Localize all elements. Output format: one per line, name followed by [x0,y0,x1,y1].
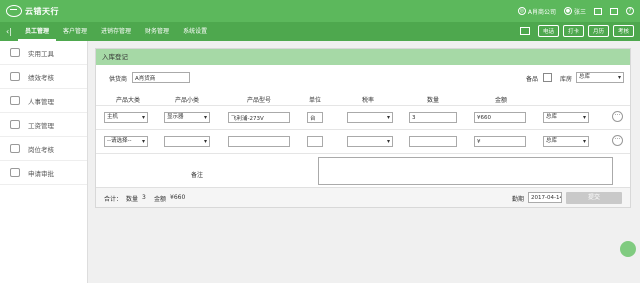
money-icon [10,120,20,129]
screen-icon[interactable] [519,27,530,35]
sidebar-item-label: 岗位考核 [28,145,54,154]
panel-title: 入库登记 [96,49,630,65]
company-name: A肖商公司 [527,8,556,16]
settings-icon[interactable] [610,7,618,15]
sidebar-item-label: 申请审批 [28,169,54,178]
supplier-label: 供货商 [109,76,128,83]
sidebar-item-position[interactable]: 岗位考核 [0,137,87,161]
amount-total-label: 金额 [154,196,167,203]
spare-checkbox[interactable] [543,73,552,82]
tools-icon [10,48,20,57]
floating-action-icon[interactable] [620,241,636,257]
qty-total-label: 数量 [126,196,139,203]
nav-customer[interactable]: 客户管理 [56,22,94,41]
user-menu[interactable]: ● 张三 [563,7,586,16]
stock-in-panel: 入库登记 供货商 备品 库房 总库 产品大类 产品小类 产品型号 单位 税率 数… [95,48,631,208]
submit-button[interactable]: 提交 [566,192,622,204]
tax-select[interactable] [347,136,393,147]
logout-icon[interactable] [594,7,602,15]
company-icon: ◎ [517,7,526,15]
sidebar-item-hr[interactable]: 人事管理 [0,89,87,113]
main-nav: ‹| 员工管理 客户管理 进销存管理 财务管理 系统设置 电话 打卡 月历 考核 [0,22,640,41]
total-label: 合计： [104,196,123,203]
tax-select[interactable] [347,112,393,123]
row-warehouse-select[interactable]: 总库 [543,136,589,147]
unit-input[interactable] [307,136,323,147]
logo-icon [6,5,22,17]
spare-label: 备品 [526,76,539,83]
category-select[interactable]: --请选择-- [104,136,148,147]
amount-input[interactable] [474,112,526,123]
more-icon[interactable]: ··· [612,135,623,146]
person-icon [10,96,20,105]
user-icon: ● [563,7,572,15]
subcategory-select[interactable] [164,136,210,147]
warehouse-select[interactable]: 总库 [576,72,624,83]
app-logo[interactable]: 云错天行 [0,5,110,17]
supplier-input[interactable] [132,72,190,83]
sidebar-item-label: 工资管理 [28,121,54,130]
col-tax: 税率 [361,97,375,104]
qty-input[interactable] [409,112,457,123]
table-row: 主机 显示器 总库 ··· [96,106,630,130]
sidebar: 实用工具 绩效考核 人事管理 工资管理 岗位考核 申请审批 [0,41,88,283]
phone-button[interactable]: 电话 [537,25,559,37]
row-warehouse-select[interactable]: 总库 [543,112,589,123]
sidebar-item-approval[interactable]: 申请审批 [0,161,87,185]
subcategory-select[interactable]: 显示器 [164,112,210,123]
nav-employee[interactable]: 员工管理 [18,22,57,41]
logo-text: 云错天行 [25,6,59,16]
nav-settings[interactable]: 系统设置 [176,22,214,41]
date-label: 勤期 [512,196,525,203]
unit-input[interactable] [307,112,323,123]
col-category: 产品大类 [115,97,141,104]
sidebar-item-performance[interactable]: 绩效考核 [0,65,87,89]
date-input[interactable] [528,192,562,203]
chart-icon [10,72,20,81]
sidebar-item-tools[interactable]: 实用工具 [0,41,87,65]
qty-total-value: 3 [142,194,146,201]
sidebar-item-label: 人事管理 [28,97,54,106]
nav-inventory[interactable]: 进销存管理 [94,22,138,41]
col-unit: 单位 [308,97,322,104]
panel-footer: 合计： 数量 3 金额 ¥660 勤期 提交 [96,187,630,207]
company-switch[interactable]: ◎ A肖商公司 [517,7,556,16]
calendar-button[interactable]: 月历 [587,25,609,37]
sidebar-item-salary[interactable]: 工资管理 [0,113,87,137]
amount-input[interactable] [474,136,526,147]
amount-total-value: ¥660 [170,194,186,201]
model-input[interactable] [228,112,290,123]
clock-in-button[interactable]: 打卡 [562,25,584,37]
document-icon [10,144,20,153]
user-name: 张三 [573,8,586,16]
more-icon[interactable]: ··· [612,111,623,122]
col-qty: 数量 [426,97,440,104]
qty-input[interactable] [409,136,457,147]
sidebar-item-label: 绩效考核 [28,73,54,82]
nav-finance[interactable]: 财务管理 [138,22,176,41]
collapse-icon[interactable]: ‹| [0,27,18,36]
approval-icon [10,168,20,177]
table-row: --请选择-- 总库 ··· [96,130,630,154]
col-subcategory: 产品小类 [174,97,200,104]
category-select[interactable]: 主机 [104,112,148,123]
col-model: 产品型号 [246,97,272,104]
table-header: 产品大类 产品小类 产品型号 单位 税率 数量 金额 [96,92,630,106]
sidebar-item-label: 实用工具 [28,49,54,58]
model-input[interactable] [228,136,290,147]
help-icon[interactable]: ? [626,7,634,15]
top-header: 云错天行 ◎ A肖商公司 ● 张三 ? [0,0,640,22]
assessment-button[interactable]: 考核 [612,25,634,37]
col-amount: 金额 [494,97,508,104]
remark-label: 备注 [191,172,204,179]
warehouse-label: 库房 [560,76,573,83]
remark-textarea[interactable] [318,157,613,185]
